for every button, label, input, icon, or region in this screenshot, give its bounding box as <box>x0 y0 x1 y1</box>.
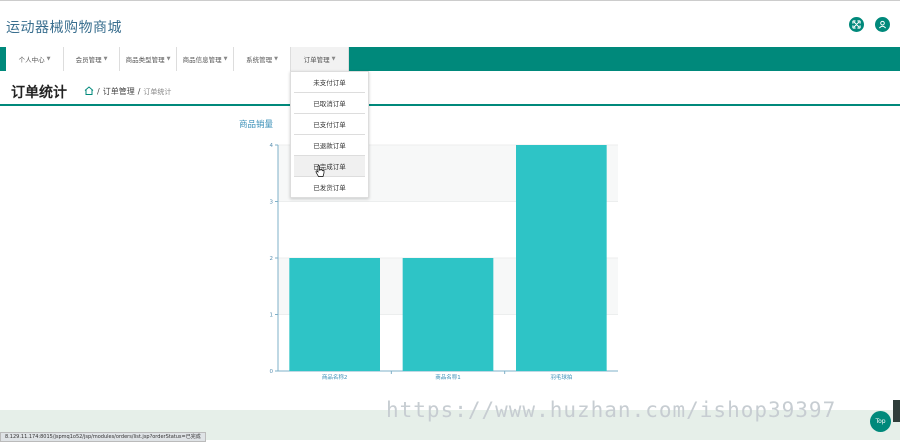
sales-bar-chart: 商品销量 0 1 2 3 4 商品名称2 商品名称1 羽毛球拍 <box>239 119 618 381</box>
bar <box>289 258 380 371</box>
menu-item-refunded-orders[interactable]: 已退款订单 <box>294 135 365 156</box>
y-tick-label: 1 <box>270 313 274 319</box>
back-to-top-button[interactable]: Top <box>870 411 891 432</box>
y-tick-label: 3 <box>270 200 274 206</box>
hand-cursor-icon <box>315 163 325 182</box>
menu-item-cancelled-orders[interactable]: 已取消订单 <box>294 93 365 114</box>
menu-item-unpaid-orders[interactable]: 未支付订单 <box>294 72 365 93</box>
menu-item-completed-orders[interactable]: 已完成订单 <box>294 156 365 177</box>
watermark-text: https://www.huzhan.com/ishop39397 <box>386 398 837 422</box>
menu-item-paid-orders[interactable]: 已支付订单 <box>294 114 365 135</box>
bar <box>402 258 494 371</box>
y-tick-label: 2 <box>270 256 274 262</box>
chart-title: 商品销量 <box>239 119 274 130</box>
status-bar-url: 8.129.11.174:8015/jspmq1o52/jsp/modules/… <box>0 432 206 442</box>
order-management-dropdown: 未支付订单 已取消订单 已支付订单 已退款订单 已完成订单 已发货订单 <box>290 71 369 198</box>
x-tick-label: 商品名称1 <box>435 373 461 381</box>
y-tick-label: 4 <box>270 143 274 149</box>
bar <box>516 145 607 371</box>
x-tick-label: 商品名称2 <box>322 373 348 381</box>
x-tick-label: 羽毛球拍 <box>550 373 572 381</box>
menu-item-shipped-orders[interactable]: 已发货订单 <box>294 177 365 197</box>
y-tick-label: 0 <box>270 369 274 375</box>
scrollbar-thumb[interactable] <box>893 400 900 422</box>
